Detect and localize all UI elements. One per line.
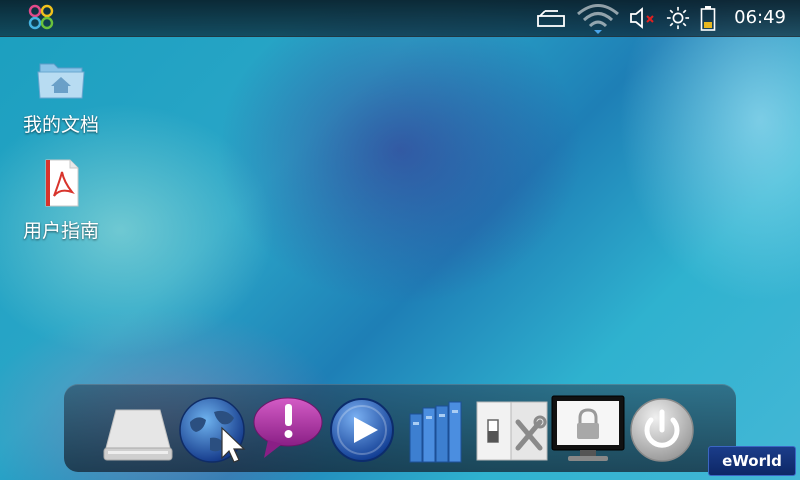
message-alert-icon — [253, 397, 323, 458]
volume-muted-icon[interactable] — [629, 0, 659, 36]
dock-item-media-player[interactable] — [324, 392, 400, 468]
media-player-icon — [330, 398, 394, 462]
power-icon — [630, 398, 694, 462]
dock-item-lock-screen[interactable] — [550, 392, 626, 468]
lock-screen-icon — [551, 395, 625, 461]
wifi-icon[interactable] — [575, 0, 621, 36]
clock: 06:49 — [734, 7, 786, 28]
settings-tools-icon — [476, 401, 548, 461]
dock-item-browser[interactable] — [176, 392, 252, 468]
launcher-icon[interactable] — [26, 3, 56, 33]
top-status-bar: 06:49 — [0, 0, 800, 37]
dock-item-library[interactable] — [402, 392, 478, 468]
globe-browser-icon — [179, 397, 246, 463]
usb-storage-icon[interactable] — [536, 0, 566, 36]
brightness-icon[interactable] — [666, 0, 692, 36]
drive-icon — [103, 409, 173, 461]
pdf-document-icon — [45, 159, 79, 207]
desktop-item-user-guide[interactable]: 用户指南 — [16, 158, 106, 243]
dock-item-power[interactable] — [624, 392, 700, 468]
home-folder-icon — [37, 63, 85, 99]
desktop-item-label: 用户指南 — [22, 220, 99, 242]
desktop-item-label: 我的文档 — [22, 114, 99, 136]
dock-item-messages[interactable] — [250, 392, 326, 468]
books-icon — [409, 401, 462, 463]
brand-badge: eWorld — [708, 446, 796, 476]
desktop-item-my-documents[interactable]: 我的文档 — [16, 52, 106, 137]
dock-item-settings[interactable] — [474, 392, 550, 468]
dock-item-drive[interactable] — [100, 392, 176, 468]
battery-icon[interactable] — [700, 0, 720, 36]
